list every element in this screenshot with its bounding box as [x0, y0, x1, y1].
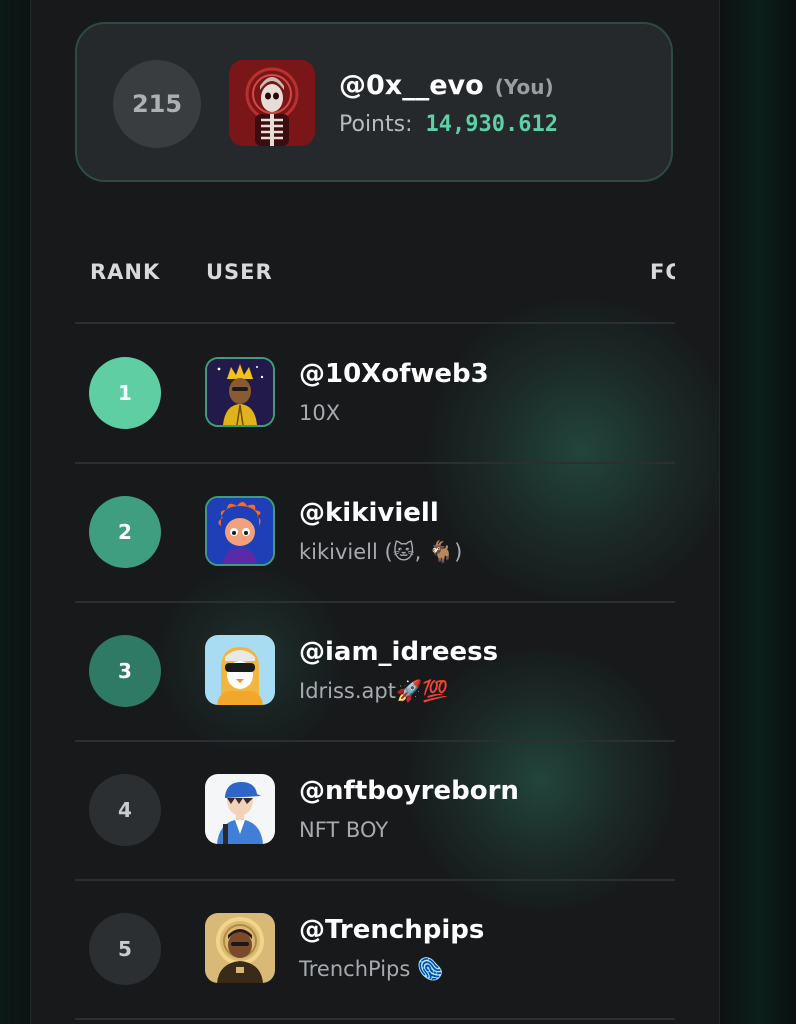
- user-handle[interactable]: @nftboyreborn: [299, 776, 519, 806]
- table-row[interactable]: 5 @Trenchpips TrenchPips 🫆: [75, 879, 675, 1018]
- user-display-name: NFT BOY: [299, 818, 389, 842]
- points-value: 14,930.612: [425, 112, 558, 137]
- table-row[interactable]: 2 @kikiviell kikiviell (🐱, 🐐): [75, 462, 675, 601]
- orange-haired-character-avatar-icon: [207, 498, 273, 564]
- user-avatar[interactable]: [205, 913, 275, 983]
- rank-badge: 3: [89, 635, 161, 707]
- leaderboard-table-header: RANK USER FO: [75, 260, 675, 290]
- current-user-avatar[interactable]: [229, 60, 315, 146]
- user-handle[interactable]: @Trenchpips: [299, 915, 484, 945]
- rank-column-header[interactable]: RANK: [90, 260, 160, 284]
- crowned-king-avatar-icon: [207, 359, 273, 425]
- user-handle[interactable]: @10Xofweb3: [299, 359, 489, 389]
- current-user-handle-line: @0x__evo (You): [339, 70, 554, 101]
- anime-boy-cap-avatar-icon: [205, 774, 275, 844]
- gold-halo-man-avatar-icon: [205, 913, 275, 983]
- table-row[interactable]: 1 @10Xofweb3 10X: [75, 323, 675, 462]
- row-divider: [75, 1018, 675, 1020]
- points-label: Points:: [339, 112, 413, 137]
- skeleton-avatar-icon: [229, 60, 315, 146]
- user-avatar[interactable]: [205, 357, 275, 427]
- user-display-name: kikiviell (🐱, 🐐): [299, 540, 463, 564]
- user-handle[interactable]: @kikiviell: [299, 498, 439, 528]
- current-user-rank-badge: 215: [113, 60, 201, 148]
- rank-badge: 4: [89, 774, 161, 846]
- leaderboard-screen: 215 @0x__evo (You) Points: 14,930.612 RA…: [0, 0, 796, 1024]
- user-avatar[interactable]: [205, 496, 275, 566]
- user-display-name: Idriss.apt🚀💯: [299, 679, 449, 703]
- user-handle[interactable]: @iam_idreess: [299, 637, 498, 667]
- user-column-header[interactable]: USER: [206, 260, 273, 284]
- user-display-name: TrenchPips 🫆: [299, 957, 444, 981]
- user-display-name: 10X: [299, 401, 341, 425]
- user-avatar[interactable]: [205, 774, 275, 844]
- table-row[interactable]: 3 @iam_idreess Idriss.apt🚀💯: [75, 601, 675, 740]
- current-user-card[interactable]: 215 @0x__evo (You) Points: 14,930.612: [75, 22, 673, 182]
- current-user-points: Points: 14,930.612: [339, 112, 558, 137]
- table-row[interactable]: 4 @nftboyreborn NFT BOY: [75, 740, 675, 879]
- penguin-with-sunglasses-avatar-icon: [205, 635, 275, 705]
- rank-badge: 5: [89, 913, 161, 985]
- current-user-handle[interactable]: @0x__evo: [339, 70, 484, 101]
- third-column-header[interactable]: FO: [650, 260, 675, 284]
- user-avatar[interactable]: [205, 635, 275, 705]
- rank-badge: 2: [89, 496, 161, 568]
- you-tag: (You): [494, 75, 554, 99]
- leaderboard-panel: 215 @0x__evo (You) Points: 14,930.612 RA…: [30, 0, 720, 1024]
- rank-badge: 1: [89, 357, 161, 429]
